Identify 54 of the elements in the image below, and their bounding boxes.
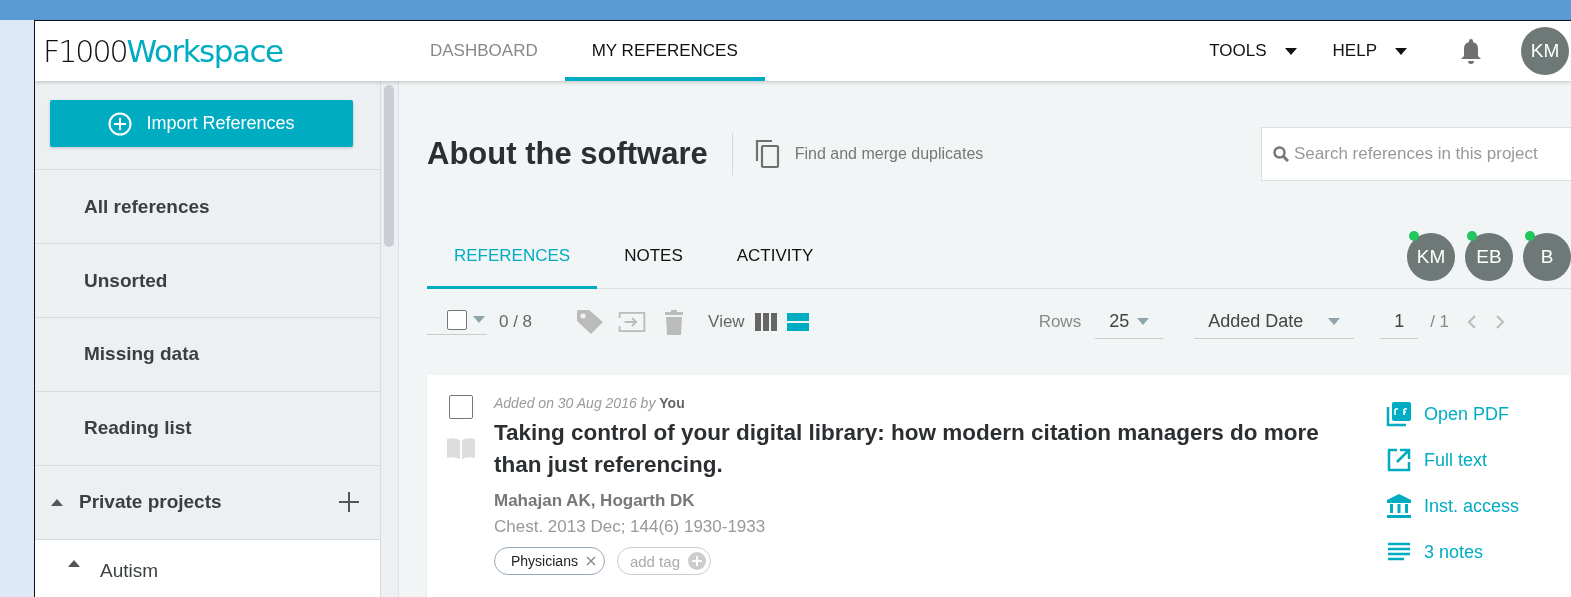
member-avatar[interactable]: EB (1465, 232, 1513, 281)
find-duplicates-link[interactable]: Find and merge duplicates (754, 139, 984, 169)
page-field[interactable]: 1 (1380, 311, 1419, 339)
expand-caret-icon[interactable] (51, 498, 63, 506)
member-avatar[interactable]: B (1523, 232, 1571, 281)
menu-button[interactable]: TOOLS (1209, 41, 1297, 61)
reference-title[interactable]: Taking control of your digital library: how modern citation managers do more than just referencing. (494, 417, 1344, 481)
scrollbar-thumb[interactable] (384, 85, 394, 247)
expand-caret-icon[interactable] (68, 559, 80, 567)
rows-label: Rows (1038, 312, 1082, 332)
pdf-file-icon (1386, 401, 1412, 427)
plus-circle-icon (687, 552, 706, 570)
caret-icon (1328, 318, 1341, 325)
project-title: About the software (427, 136, 708, 172)
selection-count: 0 / 8 (499, 312, 533, 332)
columns-view-icon[interactable] (754, 313, 777, 331)
caret-icon (473, 316, 485, 323)
bank-icon (1386, 493, 1412, 519)
caret-icon (1284, 47, 1297, 55)
project-folder[interactable]: Autism (100, 559, 159, 582)
user-avatar[interactable]: KM (1521, 27, 1569, 75)
sidebar-item[interactable]: All references (35, 169, 380, 244)
rows-dropdown[interactable]: 25 (1095, 311, 1164, 339)
page-total: / 1 (1430, 312, 1450, 332)
select-all-dropdown[interactable] (427, 309, 487, 335)
plus-icon[interactable] (338, 491, 360, 514)
caret-icon (1395, 47, 1407, 55)
external-link-icon (1386, 447, 1412, 473)
sidebar-item[interactable]: Missing data (35, 317, 380, 391)
search-icon (1273, 146, 1289, 162)
nav-tab[interactable]: DASHBOARD (403, 21, 565, 81)
rows-view-icon[interactable] (786, 313, 809, 331)
plus-circle-icon (108, 111, 133, 136)
caret-icon (1137, 318, 1150, 325)
reference-authors: Mahajan AK, Hogarth DK (494, 491, 696, 511)
reference-journal: Chest. 2013 Dec; 144(6) 1930-1933 (494, 517, 767, 537)
sidebar-item[interactable]: Reading list (35, 390, 380, 465)
tab[interactable]: NOTES (597, 225, 710, 289)
close-icon[interactable] (585, 556, 596, 566)
search-field[interactable]: Search references in this project (1261, 127, 1571, 181)
view-label: View (708, 312, 745, 332)
nav-tab[interactable]: MY REFERENCES (564, 21, 765, 81)
member-avatar[interactable]: KM (1407, 232, 1455, 281)
sort-dropdown[interactable]: Added Date (1194, 311, 1355, 339)
tab[interactable]: ACTIVITY (709, 225, 841, 289)
app-logo[interactable]: F1000Workspace (35, 21, 403, 81)
section-label[interactable]: Private projects (79, 491, 222, 514)
added-info: Added on 30 Aug 2016 by You (494, 395, 686, 411)
copy-icon (754, 139, 781, 169)
reference-checkbox[interactable] (448, 395, 473, 419)
select-all-checkbox[interactable] (447, 309, 467, 330)
bell-icon[interactable] (1459, 38, 1483, 64)
sidebar-item[interactable]: Unsorted (35, 243, 380, 317)
menu-button[interactable]: HELP (1332, 41, 1407, 61)
